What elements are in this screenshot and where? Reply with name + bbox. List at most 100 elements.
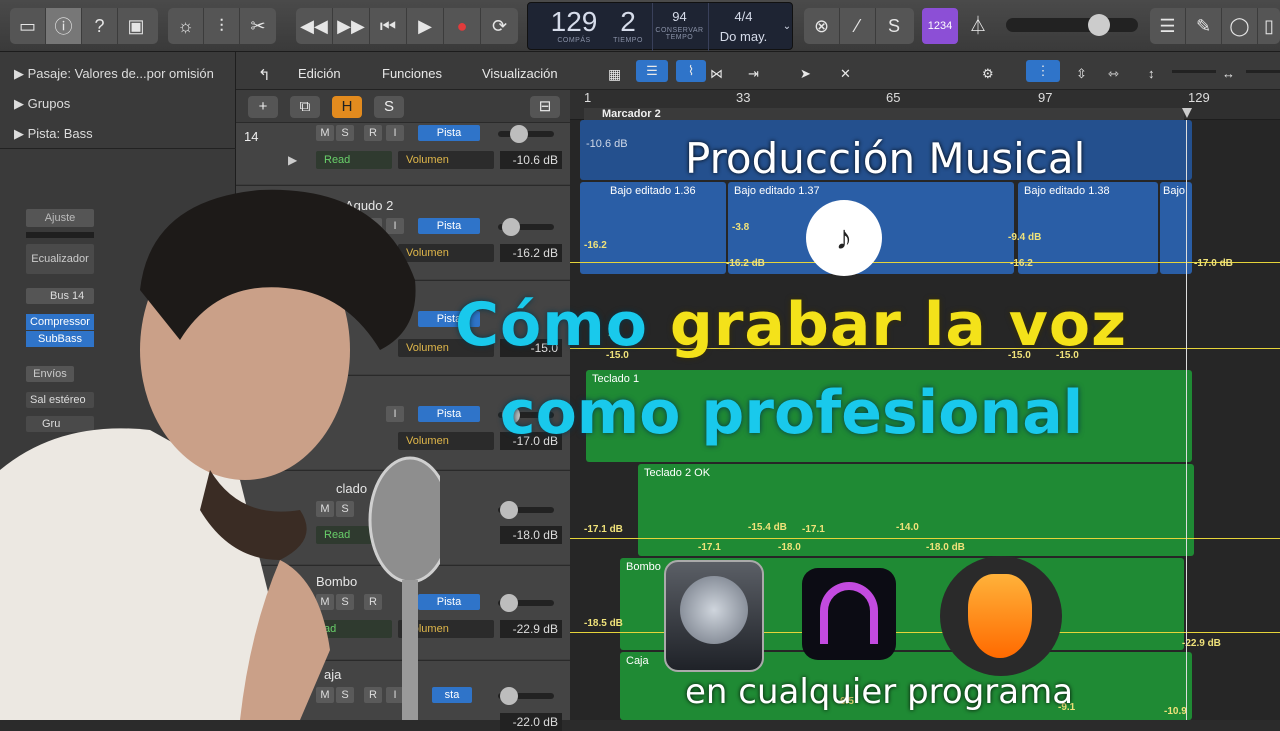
automation-point-label: -14.0 bbox=[896, 522, 919, 533]
inspector-icon[interactable]: ⓘ bbox=[46, 8, 82, 44]
track-inspector-row[interactable]: ▶ Pista: Bass bbox=[14, 126, 93, 142]
audio-region[interactable]: Bajo editado 1.38 bbox=[1018, 182, 1158, 274]
browser-icon[interactable]: ▯ bbox=[1258, 8, 1280, 44]
master-volume-knob[interactable] bbox=[1088, 14, 1110, 36]
mute-button[interactable]: M bbox=[316, 125, 334, 141]
settings-gear-icon[interactable]: ⚙ bbox=[982, 66, 994, 82]
lcd-display[interactable]: 129 COMPÁS 2 TIEMPO 94 CONSERVAR TEMPO 4… bbox=[527, 2, 794, 51]
record-icon[interactable]: ● bbox=[444, 8, 481, 44]
grid-icon[interactable]: ▦ bbox=[608, 66, 621, 83]
fit-horizontal-icon[interactable]: ⇿ bbox=[1108, 66, 1119, 82]
zoom-horizontal-icon[interactable]: ↔ bbox=[1222, 66, 1235, 81]
go-to-start-icon[interactable]: ⏮ bbox=[370, 8, 407, 44]
marquee-tool-icon[interactable]: ✕ bbox=[840, 66, 851, 82]
volume-knob[interactable] bbox=[500, 594, 518, 612]
groups-row[interactable]: ▶ Grupos bbox=[14, 96, 70, 112]
play-icon[interactable]: ▶ bbox=[407, 8, 444, 44]
edit-menu[interactable]: Edición bbox=[298, 66, 341, 81]
region-inspector-row[interactable]: ▶ Pasaje: Valores de...por omisión bbox=[14, 66, 214, 82]
master-volume-slider[interactable] bbox=[1006, 18, 1138, 32]
track-button[interactable]: Pista bbox=[418, 125, 480, 141]
smart-controls-icon[interactable]: ☼ bbox=[168, 8, 204, 44]
vertical-zoom-slider[interactable] bbox=[1172, 70, 1216, 73]
replace-icon[interactable]: ⊗ bbox=[804, 8, 840, 44]
library-icon[interactable]: ▭ bbox=[10, 8, 46, 44]
automation-line[interactable] bbox=[570, 538, 1280, 539]
track-row[interactable]: 14 M S R I Pista ▶ Read Volumen -10.6 dB bbox=[236, 122, 570, 184]
play-triangle-icon[interactable]: ▶ bbox=[288, 153, 297, 167]
person-photo bbox=[0, 189, 440, 720]
rewind-icon[interactable]: ◀◀ bbox=[296, 8, 333, 44]
list-editor-icon[interactable]: ☰ bbox=[1150, 8, 1186, 44]
add-track-button[interactable]: + bbox=[248, 96, 278, 118]
scissors-icon[interactable]: ✂ bbox=[240, 8, 276, 44]
tuner-icon[interactable]: ⁄ bbox=[840, 8, 876, 44]
toolbar-toggle-icon[interactable]: ▣ bbox=[118, 8, 154, 44]
automation-value[interactable]: -22.9 dB bbox=[500, 620, 562, 638]
loop-browser-icon[interactable]: ◯ bbox=[1222, 8, 1258, 44]
duplicate-track-icon[interactable]: ⧉ bbox=[290, 96, 320, 118]
automation-value[interactable]: -16.2 dB bbox=[500, 244, 562, 262]
help-icon[interactable]: ? bbox=[82, 8, 118, 44]
marker-track bbox=[584, 108, 1184, 120]
functions-menu[interactable]: Funciones bbox=[382, 66, 442, 81]
solo-icon[interactable]: S bbox=[876, 8, 912, 44]
catch-playhead-icon[interactable]: ⊟ bbox=[530, 96, 560, 118]
audio-region[interactable]: Bajo bbox=[1160, 182, 1192, 274]
fast-forward-icon[interactable]: ▶▶ bbox=[333, 8, 370, 44]
key-signature: Do may. bbox=[719, 29, 768, 44]
automation-value[interactable]: -22.0 dB bbox=[500, 713, 562, 731]
ruler-mark: 129 bbox=[1188, 90, 1210, 105]
automation-icon[interactable]: ⌇ bbox=[676, 60, 706, 82]
input-monitor-button[interactable]: I bbox=[386, 125, 404, 141]
waveform-zoom-icon[interactable]: ⋮ bbox=[1026, 60, 1060, 82]
disclosure-triangle-icon: ▶ bbox=[14, 66, 28, 81]
zoom-vertical-icon[interactable]: ↕ bbox=[1148, 66, 1155, 81]
automation-value[interactable]: -18.0 dB bbox=[500, 526, 562, 544]
automation-point-label: -18.5 dB bbox=[584, 618, 623, 629]
solo-global-button[interactable]: S bbox=[374, 96, 404, 118]
lcd-label-bar: COMPÁS bbox=[557, 37, 591, 44]
marker-label[interactable]: Marcador 2 bbox=[602, 108, 661, 120]
mode-buttons-group: ⊗ ⁄ S bbox=[804, 8, 914, 44]
pointer-tool-icon[interactable]: ➤ bbox=[800, 66, 811, 82]
audio-region[interactable]: Teclado 2 OK bbox=[638, 464, 1194, 556]
flex-icon[interactable]: ⋈ bbox=[710, 66, 723, 82]
lcd-tempo-number: 94 bbox=[672, 9, 687, 24]
disclosure-triangle-icon: ▶ bbox=[14, 96, 28, 111]
volume-knob[interactable] bbox=[500, 501, 518, 519]
hide-button[interactable]: H bbox=[332, 96, 362, 118]
record-enable-button[interactable]: R bbox=[364, 125, 382, 141]
lcd-bar: 129 COMPÁS bbox=[538, 3, 610, 51]
ruler-mark: 1 bbox=[584, 90, 592, 105]
mixer-icon[interactable]: ⫶ bbox=[204, 8, 240, 44]
automation-mode[interactable]: Read bbox=[316, 151, 392, 169]
horizontal-zoom-slider[interactable] bbox=[1246, 70, 1280, 73]
chevron-down-icon[interactable]: ⌄ bbox=[780, 3, 794, 51]
solo-button[interactable]: S bbox=[336, 125, 354, 141]
lcd-tempo-value: 129 bbox=[550, 6, 598, 37]
microphone-icon bbox=[368, 456, 440, 720]
audio-region[interactable]: Bajo editado 1.36 bbox=[580, 182, 726, 274]
volume-knob[interactable] bbox=[500, 687, 518, 705]
cycle-icon[interactable]: ⟳ bbox=[481, 8, 518, 44]
automation-line[interactable] bbox=[570, 262, 1280, 263]
playhead-line[interactable] bbox=[1186, 120, 1187, 720]
catch-icon[interactable]: ⇥ bbox=[748, 66, 759, 82]
fit-vertical-icon[interactable]: ⇳ bbox=[1076, 66, 1087, 82]
automation-point-label: -17.1 bbox=[802, 524, 825, 535]
count-in-button[interactable]: 1234 bbox=[922, 8, 958, 44]
list-view-icon[interactable]: ☰ bbox=[636, 60, 668, 82]
volume-knob[interactable] bbox=[502, 218, 520, 236]
back-icon[interactable]: ↰ bbox=[258, 66, 271, 84]
metronome-icon[interactable]: ⏃ bbox=[962, 8, 994, 44]
automation-point-label: -17.0 dB bbox=[1194, 258, 1233, 269]
notepad-icon[interactable]: ✎ bbox=[1186, 8, 1222, 44]
timeline-ruler[interactable]: 1 33 65 97 129 Marcador 2 bbox=[570, 90, 1280, 120]
automation-parameter[interactable]: Volumen bbox=[398, 151, 494, 169]
automation-value[interactable]: -10.6 dB bbox=[500, 151, 562, 169]
title-word-como: Cómo bbox=[455, 290, 670, 360]
view-menu[interactable]: Visualización bbox=[482, 66, 558, 81]
region-name: Bajo editado 1.38 bbox=[1024, 185, 1110, 197]
volume-knob[interactable] bbox=[510, 125, 528, 143]
